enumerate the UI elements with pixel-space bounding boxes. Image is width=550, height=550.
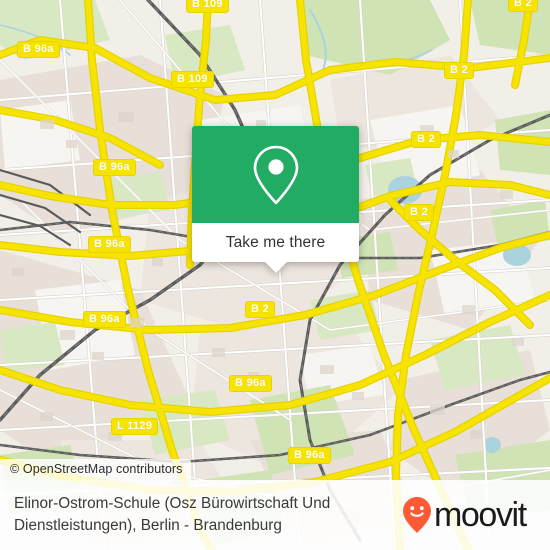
- moovit-wordmark: moovit: [434, 496, 527, 534]
- osm-attribution[interactable]: © OpenStreetMap contributors: [0, 459, 191, 480]
- place-title: Elinor-Ostrom-Schule (Osz Bürowirtschaft…: [14, 495, 331, 534]
- map-pin-icon: [253, 145, 298, 204]
- moovit-logo[interactable]: moovit: [402, 496, 532, 534]
- road-shield: B 2: [404, 204, 435, 221]
- road-shield: B 96a: [288, 447, 331, 464]
- road-shield: B 96a: [88, 236, 131, 253]
- road-shield: B 2: [444, 62, 475, 79]
- road-shield: B 2: [508, 0, 539, 12]
- take-me-there-button[interactable]: Take me there: [192, 223, 359, 273]
- road-shield: L 1129: [111, 418, 159, 435]
- moovit-pin-smiley-icon: [403, 497, 431, 533]
- road-shield: B 96a: [93, 159, 136, 176]
- road-shield: B 96a: [83, 311, 126, 328]
- road-shield: B 2: [411, 131, 442, 148]
- road-shield: B 96a: [229, 375, 272, 392]
- bottom-info-bar: Elinor-Ostrom-Schule (Osz Bürowirtschaft…: [0, 480, 550, 550]
- place-callout[interactable]: Take me there: [192, 126, 359, 273]
- callout-icon-panel: [192, 126, 359, 223]
- road-shield: B 2: [245, 301, 276, 318]
- moovit-map-screenshot: .lu-res { fill:#e8e0d8; } .lu-res2 { fil…: [0, 0, 550, 550]
- take-me-there-label: Take me there: [225, 233, 326, 251]
- road-shield: B 96a: [17, 41, 60, 58]
- road-shield: B 109: [171, 71, 214, 88]
- road-shield: B 109: [186, 0, 229, 13]
- callout-tail: [264, 262, 287, 273]
